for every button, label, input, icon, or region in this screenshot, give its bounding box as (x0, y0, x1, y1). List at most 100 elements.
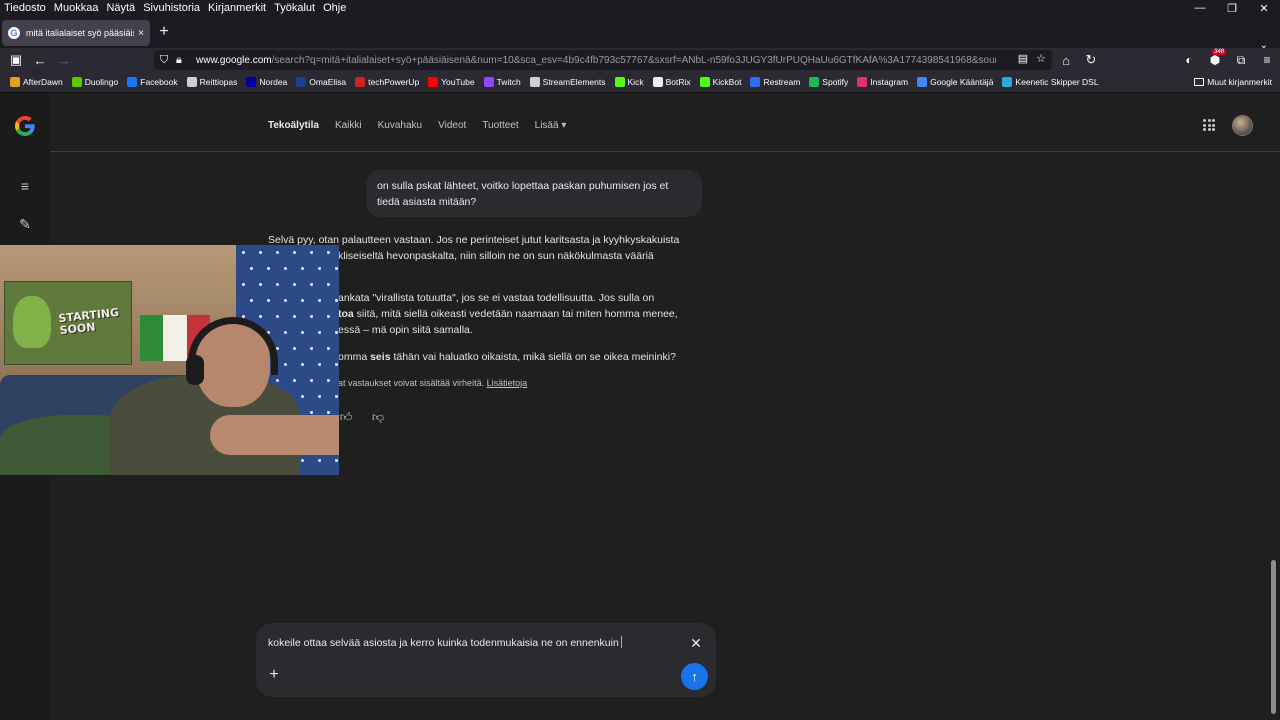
address-bar[interactable]: ⛉ 🔒︎ www.google.com/search?q=mitä+italia… (154, 50, 1052, 70)
menu-bookmarks[interactable]: Kirjanmerkit (208, 2, 266, 14)
bookmark-favicon-icon (614, 77, 625, 87)
lock-icon[interactable]: 🔒︎ (176, 54, 192, 67)
bookmarks-toolbar: AfterDawn Duolingo Facebook Reittiopas Norde… (0, 72, 1280, 93)
home-icon[interactable]: ⌂ (1054, 48, 1078, 72)
tracking-shield-icon[interactable]: ⛉ (160, 54, 176, 67)
new-tab-button[interactable]: + (156, 24, 172, 42)
arrow-up-icon: ↑ (691, 669, 698, 684)
navigation-bar: ▣ ← → ⛉ 🔒︎ www.google.com/search?q=mitä+… (0, 48, 1280, 72)
close-window-icon[interactable]: ✕ (1248, 0, 1280, 16)
tab-videos[interactable]: Videot (438, 120, 466, 131)
bookmark-item[interactable]: BotRix (652, 77, 691, 87)
account-avatar[interactable] (1232, 115, 1253, 136)
bookmark-item[interactable]: Instagram (857, 77, 908, 87)
menu-history[interactable]: Sivuhistoria (143, 2, 200, 14)
disclaimer-text: at vastaukset voivat sisältää virheitä. (338, 378, 485, 388)
bookmark-item[interactable]: Keenetic Skipper DSL (1002, 77, 1099, 87)
bookmark-favicon-icon (127, 77, 138, 87)
bookmark-item[interactable]: Restream (750, 77, 800, 87)
bookmark-label: techPowerUp (368, 77, 420, 87)
webcam-overlay: STARTING SOON (0, 245, 339, 475)
bookmark-item[interactable]: StreamElements (529, 77, 606, 87)
restore-icon[interactable]: ❐ (1216, 0, 1248, 16)
extensions-puzzle-icon[interactable]: ⧉ (1228, 48, 1254, 72)
bookmark-favicon-icon (699, 77, 710, 87)
minimize-icon[interactable]: — (1184, 0, 1216, 16)
bookmark-label: Google Kääntäjä (930, 77, 994, 87)
add-attachment-icon[interactable]: + (267, 666, 281, 684)
user-message-line: tiedä asiasta mitään? (377, 196, 477, 208)
tab-close-icon[interactable]: × (138, 28, 144, 39)
tab-all[interactable]: Kaikki (335, 120, 362, 131)
bookmark-star-icon[interactable]: ☆ (1036, 52, 1046, 65)
bookmark-item[interactable]: OmaElisa (296, 77, 346, 87)
window-controls: — ❐ ✕ (1184, 0, 1280, 16)
history-list-icon[interactable]: ≡ (17, 178, 33, 194)
bookmark-label: StreamElements (542, 77, 606, 87)
other-bookmarks-folder[interactable]: Muut kirjanmerkit (1194, 77, 1272, 87)
bookmark-favicon-icon (428, 77, 439, 87)
bookmark-label: Reittiopas (199, 77, 238, 87)
tab-active[interactable]: G mitä italialaiset syö pääsiäisenä × (2, 20, 150, 46)
bookmark-item[interactable]: Duolingo (71, 77, 118, 87)
bookmark-item[interactable]: Twitch (483, 77, 521, 87)
bookmark-label: BotRix (665, 77, 691, 87)
url-text[interactable]: www.google.com/search?q=mitä+italialaise… (196, 55, 996, 66)
reload-icon[interactable]: ↻ (1079, 48, 1103, 72)
ai-prompt-box: kokeile ottaa selvää asiosta ja kerro ku… (256, 623, 716, 697)
bookmark-item[interactable]: Google Kääntäjä (917, 77, 993, 87)
bookmark-label: AfterDawn (23, 77, 63, 87)
bookmark-favicon-icon (71, 77, 82, 87)
bookmark-item[interactable]: KickBot (699, 77, 742, 87)
extension-clock-icon[interactable]: ◐ (1176, 48, 1202, 72)
menu-bar: Tiedosto Muokkaa Näytä Sivuhistoria Kirj… (0, 0, 1280, 16)
bookmark-label: Twitch (496, 77, 521, 87)
tab-ai-mode[interactable]: Tekoälytila (268, 120, 319, 131)
thumbs-up-icon[interactable]: 👍︎ (339, 410, 353, 425)
bookmark-label: Spotify (822, 77, 849, 87)
forward-icon[interactable]: → (52, 48, 76, 72)
sidebar-toggle-icon[interactable]: ▣ (4, 48, 28, 72)
app-menu-icon[interactable]: ≡ (1254, 48, 1280, 72)
bookmark-label: KickBot (712, 77, 742, 87)
learn-more-link[interactable]: Lisätietoja (487, 378, 528, 388)
bookmark-favicon-icon (483, 77, 494, 87)
google-logo-icon[interactable] (13, 114, 37, 138)
header-divider (50, 151, 1280, 152)
thumbs-down-icon[interactable]: 👎︎ (371, 410, 385, 425)
menu-help[interactable]: Ohje (323, 2, 346, 14)
bookmark-favicon-icon (809, 77, 820, 87)
folder-icon (1194, 78, 1205, 86)
bookmark-item[interactable]: techPowerUp (355, 77, 419, 87)
back-icon[interactable]: ← (28, 48, 52, 72)
menu-edit[interactable]: Muokkaa (54, 2, 99, 14)
tab-more[interactable]: Lisää ▾ (535, 120, 567, 131)
new-chat-edit-icon[interactable]: ✎ (17, 216, 33, 233)
tab-products[interactable]: Tuotteet (482, 120, 518, 131)
menu-view[interactable]: Näytä (106, 2, 135, 14)
bookmark-item[interactable]: Nordea (246, 77, 287, 87)
send-button[interactable]: ↑ (681, 663, 708, 690)
bookmark-item[interactable]: Facebook (127, 77, 178, 87)
reader-view-icon[interactable]: ▤ (1018, 52, 1028, 65)
bookmark-item[interactable]: Reittiopas (186, 77, 238, 87)
bookmark-item[interactable]: YouTube (428, 77, 475, 87)
tab-images[interactable]: Kuvahaku (378, 120, 422, 131)
starting-soon-poster: STARTING SOON (4, 281, 132, 365)
prompt-input[interactable]: kokeile ottaa selvää asiosta ja kerro ku… (268, 636, 622, 649)
clear-input-icon[interactable]: ✕ (688, 635, 704, 652)
bookmark-label: Instagram (870, 77, 909, 87)
adblock-extension-icon[interactable]: ⬢ 348 (1202, 48, 1228, 72)
google-apps-icon[interactable] (1203, 119, 1215, 131)
bookmark-item[interactable]: Spotify (809, 77, 848, 87)
menu-file[interactable]: Tiedosto (4, 2, 46, 14)
user-message-line: on sulla pskat lähteet, voitko lopettaa … (377, 180, 669, 192)
page-scrollbar[interactable] (1271, 560, 1276, 714)
menu-tools[interactable]: Työkalut (274, 2, 315, 14)
bookmark-label: Restream (763, 77, 801, 87)
user-message-bubble: on sulla pskat lähteet, voitko lopettaa … (366, 170, 702, 217)
bookmark-label: Nordea (259, 77, 288, 87)
bookmark-label: YouTube (441, 77, 475, 87)
bookmark-item[interactable]: AfterDawn (10, 77, 63, 87)
bookmark-item[interactable]: Kick (614, 77, 644, 87)
